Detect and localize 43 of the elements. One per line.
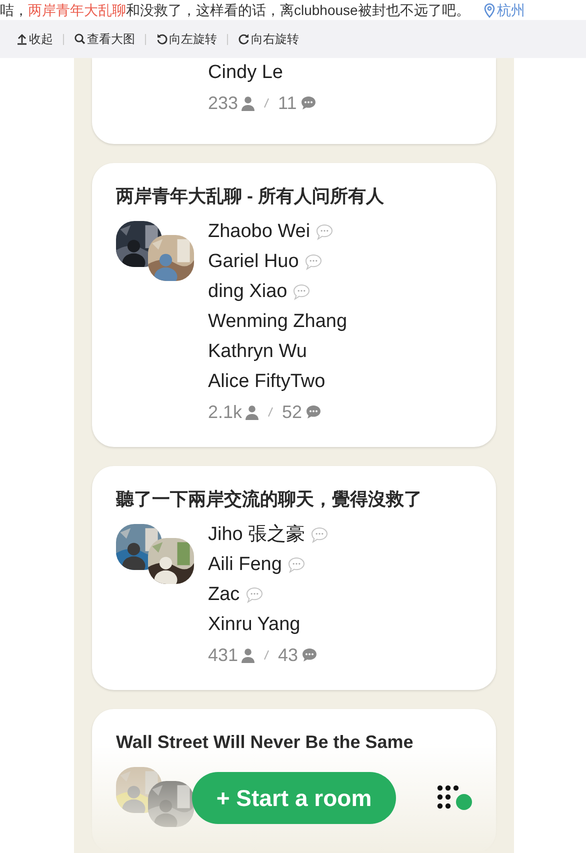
toolbar-link[interactable]: 收起 (14, 30, 55, 48)
speaker-name: Wenming Zhang (208, 310, 348, 334)
room-title: Wall Street Will Never Be the Same (116, 731, 414, 753)
chat-bubble-icon (302, 648, 318, 662)
person-icon (241, 648, 256, 662)
speaker-name: Kathryn Wu (208, 340, 307, 364)
separator-icon (264, 98, 270, 108)
speaker-name: Jiho 張之豪 (208, 522, 306, 547)
speaker-name: Aili Feng (208, 552, 282, 577)
chat-count: 11 (278, 92, 297, 114)
speaker-name: Xinru Yang (208, 612, 300, 637)
rotate-left-icon (156, 33, 168, 45)
room-card[interactable]: 聽了一下兩岸交流的聊天，覺得沒救了 Jiho 張之豪 Aili Feng Zac Xinru Yang 431 43 (92, 466, 496, 690)
chat-bubble-icon (300, 96, 316, 110)
speaker-name: Gariel Huo (208, 250, 299, 274)
rotate-right-icon (238, 33, 250, 45)
location-pin-icon (484, 2, 495, 18)
dot-grid-icon[interactable] (437, 784, 473, 812)
chat-bubble-icon (306, 405, 322, 419)
separator-icon (264, 650, 270, 660)
chat-count: 52 (282, 400, 302, 424)
speaker-name: Zac (208, 582, 240, 607)
room-title: 聽了一下兩岸交流的聊天，覺得沒救了 (116, 488, 423, 510)
person-icon (245, 404, 260, 420)
speaker-name: Cindy Le (208, 60, 283, 85)
listener-count: 2.1k (208, 400, 242, 424)
speaker-name: Alice FiftyTwo (208, 370, 326, 394)
separator-icon (268, 407, 274, 417)
search-icon (74, 33, 86, 45)
room-card[interactable]: Cindy Le 233 11 (92, 58, 496, 144)
room-card[interactable]: 两岸青年大乱聊 - 所有人问所有人 Zhaobo Wei Gariel Huo ding Xiao Wenming Zhang Kathryn Wu Alice FiftyTwo 2.1k 52 (92, 163, 496, 447)
chat-count: 43 (278, 644, 298, 666)
room-title: 两岸青年大乱聊 - 所有人问所有人 (116, 185, 385, 207)
toolbar-link[interactable]: 向右旋转 (236, 30, 301, 48)
up-arrow-icon (16, 33, 28, 45)
post-text: 咭，两岸青年大乱聊和没救了，这样看的话，离clubhouse被封也不远了吧。 (0, 1, 470, 19)
toolbar-link[interactable]: 向左旋转 (154, 30, 219, 48)
speaker-name: Zhaobo Wei (208, 220, 310, 244)
listener-count: 233 (208, 92, 238, 114)
toolbar-link[interactable]: 查看大图 (72, 30, 137, 48)
listener-count: 431 (208, 644, 238, 666)
person-icon (241, 96, 256, 110)
speaker-name: ding Xiao (208, 280, 288, 304)
